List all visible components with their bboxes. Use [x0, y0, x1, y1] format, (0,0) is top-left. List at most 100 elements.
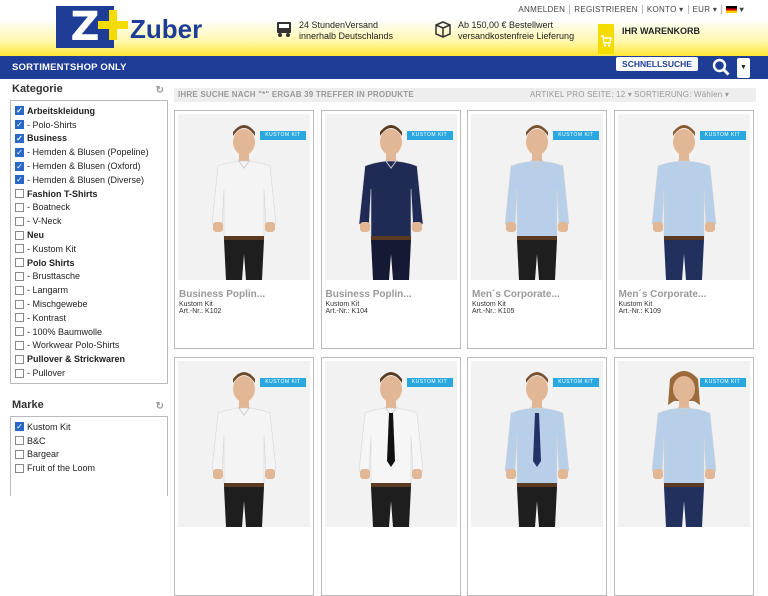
checkbox[interactable] — [15, 230, 24, 240]
search-dropdown-toggle[interactable]: ▼ — [737, 58, 750, 78]
filter-option[interactable]: - Brusttasche — [15, 270, 163, 284]
checkbox-checked[interactable]: ✓ — [15, 147, 24, 157]
filter-option[interactable]: - Mischgewebe — [15, 297, 163, 311]
filter-option[interactable]: ✓ - Polo-Shirts — [15, 118, 163, 132]
filter-option[interactable]: Pullover & Strickwaren — [15, 352, 163, 366]
filter-option[interactable]: - V-Neck — [15, 214, 163, 228]
filter-sidebar: Kategorie ↻ ✓ Arbeitskleidung ✓ - Polo-Shir… — [10, 82, 168, 496]
cart-label: IHR WARENKORB — [622, 26, 700, 36]
filter-option[interactable]: ✓ - Hemden & Blusen (Diverse) — [15, 173, 163, 187]
checkbox[interactable] — [15, 436, 24, 446]
nav-shop-only[interactable]: SHOP ONLY — [70, 62, 127, 73]
brand-badge: KUSTOM KIT — [553, 378, 599, 387]
checkbox-checked[interactable]: ✓ — [15, 120, 24, 130]
product-card[interactable]: KUSTOM KIT — [467, 357, 607, 596]
product-image[interactable]: KUSTOM KIT — [617, 361, 750, 527]
register-link[interactable]: REGISTRIEREN — [570, 5, 643, 14]
filter-option-label: - Hemden & Blusen (Popeline) — [27, 147, 149, 158]
filter-option-label: - Workwear Polo-Shirts — [27, 340, 120, 351]
filter-option[interactable]: - Langarm — [15, 283, 163, 297]
filter-option[interactable]: - Pullover — [15, 366, 163, 380]
product-card[interactable]: KUSTOM KIT — [613, 357, 754, 596]
filter-option[interactable]: - Kustom Kit — [15, 242, 163, 256]
site-header: Z Zuber ANMELDEN REGISTRIEREN KONTO ▾ EU… — [0, 0, 768, 56]
product-image[interactable]: KUSTOM KIT — [471, 114, 603, 280]
product-card[interactable]: KUSTOM KIT Men´s Corporate... Kustom Kit Ar… — [467, 110, 607, 349]
checkbox[interactable] — [15, 354, 24, 364]
checkbox[interactable] — [15, 216, 24, 226]
product-name[interactable]: Men´s Corporate... — [619, 289, 707, 300]
checkbox-checked[interactable]: ✓ — [15, 133, 24, 143]
filter-option[interactable]: Polo Shirts — [15, 256, 163, 270]
sort-select[interactable]: SORTIERUNG: Wählen ▾ — [634, 88, 729, 102]
filter-option[interactable]: Bargear — [15, 448, 163, 462]
language-select[interactable]: ▾ — [722, 5, 748, 14]
product-image[interactable]: KUSTOM KIT — [178, 361, 310, 527]
checkbox[interactable] — [15, 327, 24, 337]
checkbox[interactable] — [15, 340, 24, 350]
filter-option-label: - Kustom Kit — [27, 243, 77, 254]
filter-option[interactable]: Neu — [15, 228, 163, 242]
checkbox-checked[interactable]: ✓ — [15, 175, 24, 185]
account-menu[interactable]: KONTO ▾ — [643, 5, 689, 14]
filter-option[interactable]: - Boatneck — [15, 201, 163, 215]
checkbox[interactable] — [15, 202, 24, 212]
checkbox[interactable] — [15, 244, 24, 254]
filter-option[interactable]: ✓ Arbeitskleidung — [15, 104, 163, 118]
filter-option[interactable]: ✓ - Hemden & Blusen (Oxford) — [15, 159, 163, 173]
filter-option-label: Business — [27, 133, 68, 144]
product-name[interactable]: Business Poplin... — [179, 289, 265, 300]
product-card[interactable]: KUSTOM KIT Men´s Corporate... Kustom Kit Ar… — [613, 110, 754, 349]
checkbox[interactable] — [15, 449, 24, 459]
filter-option-label: B&C — [27, 435, 46, 446]
brand-badge: KUSTOM KIT — [699, 378, 746, 387]
checkbox[interactable] — [15, 258, 24, 268]
category-filter-title: Kategorie ↻ — [12, 83, 164, 98]
product-image[interactable]: KUSTOM KIT — [324, 114, 457, 280]
filter-option[interactable]: - Kontrast — [15, 311, 163, 325]
product-name[interactable]: Men´s Corporate... — [472, 289, 560, 300]
filter-option[interactable]: ✓ Kustom Kit — [15, 420, 163, 434]
filter-option[interactable]: ✓ Business — [15, 132, 163, 146]
product-image[interactable]: KUSTOM KIT — [471, 361, 603, 527]
currency-select[interactable]: EUR ▾ — [689, 5, 723, 14]
filter-option[interactable]: - Workwear Polo-Shirts — [15, 339, 163, 353]
nav-assortment[interactable]: SORTIMENT — [12, 62, 70, 73]
checkbox[interactable] — [15, 299, 24, 309]
filter-option[interactable]: ✓ - Hemden & Blusen (Popeline) — [15, 145, 163, 159]
product-card[interactable]: KUSTOM KIT — [320, 357, 461, 596]
quick-search-button[interactable]: SCHNELLSUCHE — [616, 57, 698, 71]
filter-option[interactable]: Fruit of the Loom — [15, 461, 163, 475]
product-image[interactable]: KUSTOM KIT — [324, 361, 457, 527]
filter-option-label: Kustom Kit — [27, 421, 71, 432]
filter-option-label: Fashion T-Shirts — [27, 188, 98, 199]
checkbox[interactable] — [15, 463, 24, 473]
product-article-number: Art.-Nr.: K102 — [179, 308, 222, 315]
checkbox-checked[interactable]: ✓ — [15, 161, 24, 171]
reset-icon[interactable]: ↻ — [156, 84, 164, 98]
checkbox[interactable] — [15, 368, 24, 378]
product-image[interactable]: KUSTOM KIT — [178, 114, 310, 280]
reset-icon[interactable]: ↻ — [156, 400, 164, 414]
product-image[interactable]: KUSTOM KIT — [617, 114, 750, 280]
per-page-select[interactable]: ARTIKEL PRO SEITE: 12 ▾ — [530, 88, 632, 102]
product-card[interactable]: KUSTOM KIT Business Poplin... Kustom Kit Ar… — [320, 110, 461, 349]
checkbox[interactable] — [15, 189, 24, 199]
checkbox[interactable] — [15, 271, 24, 281]
checkbox-checked[interactable]: ✓ — [15, 422, 24, 432]
zuber-logo[interactable]: Z Zuber — [56, 6, 206, 48]
results-summary: IHRE SUCHE NACH "*" ERGAB 39 TREFFER IN … — [178, 90, 414, 99]
product-card[interactable]: KUSTOM KIT — [174, 357, 314, 596]
login-link[interactable]: ANMELDEN — [514, 5, 571, 14]
filter-option[interactable]: B&C — [15, 434, 163, 448]
filter-option-label: Pullover & Strickwaren — [27, 354, 126, 365]
checkbox-checked[interactable]: ✓ — [15, 106, 24, 116]
package-icon — [435, 21, 451, 38]
filter-option[interactable]: - 100% Baumwolle — [15, 325, 163, 339]
product-name[interactable]: Business Poplin... — [326, 289, 412, 300]
filter-option[interactable]: Fashion T-Shirts — [15, 187, 163, 201]
checkbox[interactable] — [15, 285, 24, 295]
checkbox[interactable] — [15, 313, 24, 323]
search-icon[interactable] — [712, 58, 730, 76]
product-card[interactable]: KUSTOM KIT Business Poplin... Kustom Kit Ar… — [174, 110, 314, 349]
